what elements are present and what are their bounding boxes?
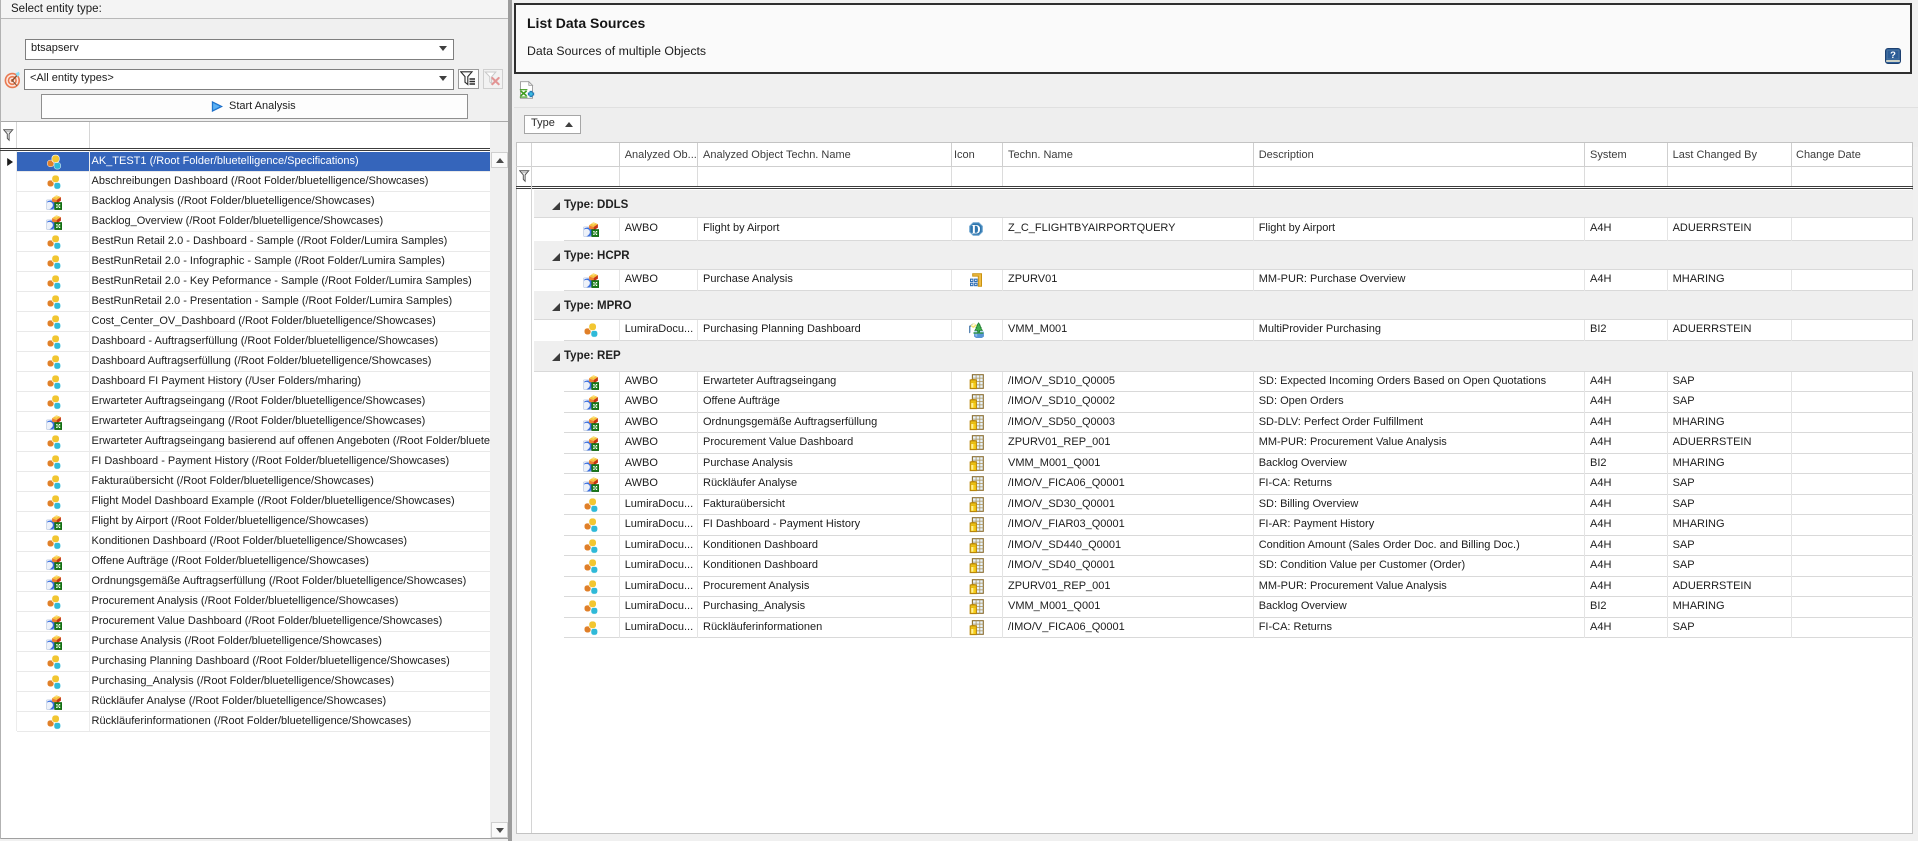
svg-text:D: D: [972, 223, 981, 237]
svg-text:?: ?: [1890, 50, 1896, 61]
